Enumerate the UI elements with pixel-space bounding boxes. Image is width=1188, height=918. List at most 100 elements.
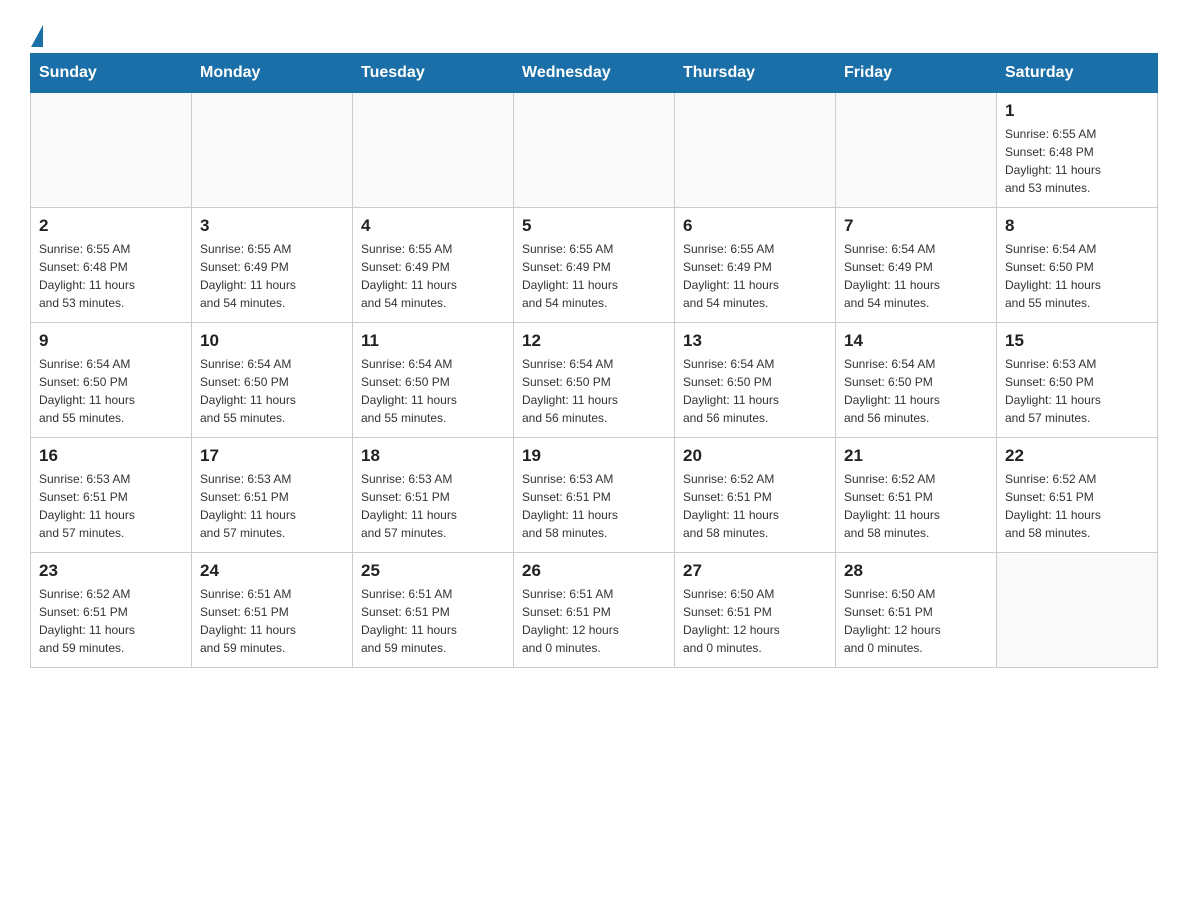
day-number: 2	[39, 216, 183, 236]
day-of-week-header: Monday	[192, 54, 353, 93]
calendar-cell: 17 Sunrise: 6:53 AM Sunset: 6:51 PM Dayli…	[192, 438, 353, 553]
day-number: 9	[39, 331, 183, 351]
day-number: 11	[361, 331, 505, 351]
calendar-cell: 16 Sunrise: 6:53 AM Sunset: 6:51 PM Dayli…	[31, 438, 192, 553]
day-info: Sunrise: 6:54 AM Sunset: 6:50 PM Dayligh…	[844, 355, 988, 427]
day-number: 10	[200, 331, 344, 351]
day-number: 23	[39, 561, 183, 581]
day-info: Sunrise: 6:55 AM Sunset: 6:49 PM Dayligh…	[683, 240, 827, 312]
day-number: 15	[1005, 331, 1149, 351]
day-info: Sunrise: 6:51 AM Sunset: 6:51 PM Dayligh…	[522, 585, 666, 657]
calendar-cell: 20 Sunrise: 6:52 AM Sunset: 6:51 PM Dayli…	[675, 438, 836, 553]
day-info: Sunrise: 6:55 AM Sunset: 6:49 PM Dayligh…	[361, 240, 505, 312]
day-of-week-header: Wednesday	[514, 54, 675, 93]
day-number: 21	[844, 446, 988, 466]
calendar-cell: 19 Sunrise: 6:53 AM Sunset: 6:51 PM Dayli…	[514, 438, 675, 553]
day-of-week-header: Saturday	[997, 54, 1158, 93]
day-number: 27	[683, 561, 827, 581]
day-number: 24	[200, 561, 344, 581]
calendar-header-row: SundayMondayTuesdayWednesdayThursdayFrid…	[31, 54, 1158, 93]
calendar-cell: 26 Sunrise: 6:51 AM Sunset: 6:51 PM Dayli…	[514, 553, 675, 668]
logo-triangle-icon	[31, 25, 43, 47]
day-of-week-header: Friday	[836, 54, 997, 93]
calendar-cell	[997, 553, 1158, 668]
calendar-cell	[31, 93, 192, 208]
day-number: 16	[39, 446, 183, 466]
day-info: Sunrise: 6:54 AM Sunset: 6:50 PM Dayligh…	[200, 355, 344, 427]
calendar-cell: 21 Sunrise: 6:52 AM Sunset: 6:51 PM Dayli…	[836, 438, 997, 553]
page-header	[30, 20, 1158, 43]
calendar-cell	[192, 93, 353, 208]
calendar-cell: 2 Sunrise: 6:55 AM Sunset: 6:48 PM Daylig…	[31, 208, 192, 323]
calendar-cell: 28Sunrise: 6:50 AM Sunset: 6:51 PM Dayli…	[836, 553, 997, 668]
day-number: 3	[200, 216, 344, 236]
calendar-cell: 23 Sunrise: 6:52 AM Sunset: 6:51 PM Dayli…	[31, 553, 192, 668]
calendar-cell: 9 Sunrise: 6:54 AM Sunset: 6:50 PM Daylig…	[31, 323, 192, 438]
calendar-cell: 27 Sunrise: 6:50 AM Sunset: 6:51 PM Dayli…	[675, 553, 836, 668]
calendar-cell: 6 Sunrise: 6:55 AM Sunset: 6:49 PM Daylig…	[675, 208, 836, 323]
day-info: Sunrise: 6:53 AM Sunset: 6:50 PM Dayligh…	[1005, 355, 1149, 427]
day-number: 6	[683, 216, 827, 236]
day-number: 28	[844, 561, 988, 581]
day-number: 8	[1005, 216, 1149, 236]
day-info: Sunrise: 6:53 AM Sunset: 6:51 PM Dayligh…	[522, 470, 666, 542]
calendar-cell: 24 Sunrise: 6:51 AM Sunset: 6:51 PM Dayli…	[192, 553, 353, 668]
day-of-week-header: Tuesday	[353, 54, 514, 93]
day-info: Sunrise: 6:54 AM Sunset: 6:50 PM Dayligh…	[39, 355, 183, 427]
day-info: Sunrise: 6:55 AM Sunset: 6:48 PM Dayligh…	[39, 240, 183, 312]
calendar-cell: 7 Sunrise: 6:54 AM Sunset: 6:49 PM Daylig…	[836, 208, 997, 323]
calendar-cell: 22Sunrise: 6:52 AM Sunset: 6:51 PM Dayli…	[997, 438, 1158, 553]
day-number: 20	[683, 446, 827, 466]
day-info: Sunrise: 6:50 AM Sunset: 6:51 PM Dayligh…	[683, 585, 827, 657]
day-info: Sunrise: 6:53 AM Sunset: 6:51 PM Dayligh…	[200, 470, 344, 542]
day-info: Sunrise: 6:54 AM Sunset: 6:50 PM Dayligh…	[522, 355, 666, 427]
calendar-cell: 11Sunrise: 6:54 AM Sunset: 6:50 PM Dayli…	[353, 323, 514, 438]
day-number: 4	[361, 216, 505, 236]
calendar-cell	[353, 93, 514, 208]
day-info: Sunrise: 6:52 AM Sunset: 6:51 PM Dayligh…	[683, 470, 827, 542]
day-info: Sunrise: 6:52 AM Sunset: 6:51 PM Dayligh…	[39, 585, 183, 657]
calendar-cell	[514, 93, 675, 208]
day-number: 25	[361, 561, 505, 581]
day-info: Sunrise: 6:55 AM Sunset: 6:49 PM Dayligh…	[200, 240, 344, 312]
calendar-cell: 14 Sunrise: 6:54 AM Sunset: 6:50 PM Dayli…	[836, 323, 997, 438]
day-info: Sunrise: 6:54 AM Sunset: 6:49 PM Dayligh…	[844, 240, 988, 312]
day-info: Sunrise: 6:53 AM Sunset: 6:51 PM Dayligh…	[361, 470, 505, 542]
calendar-cell: 4 Sunrise: 6:55 AM Sunset: 6:49 PM Daylig…	[353, 208, 514, 323]
calendar-cell: 10 Sunrise: 6:54 AM Sunset: 6:50 PM Dayli…	[192, 323, 353, 438]
day-number: 18	[361, 446, 505, 466]
calendar-cell: 15 Sunrise: 6:53 AM Sunset: 6:50 PM Dayli…	[997, 323, 1158, 438]
calendar-cell	[675, 93, 836, 208]
logo	[30, 20, 44, 43]
day-info: Sunrise: 6:52 AM Sunset: 6:51 PM Dayligh…	[844, 470, 988, 542]
calendar-cell: 1 Sunrise: 6:55 AM Sunset: 6:48 PM Daylig…	[997, 93, 1158, 208]
day-info: Sunrise: 6:52 AM Sunset: 6:51 PM Dayligh…	[1005, 470, 1149, 542]
day-info: Sunrise: 6:51 AM Sunset: 6:51 PM Dayligh…	[361, 585, 505, 657]
calendar-cell: 3 Sunrise: 6:55 AM Sunset: 6:49 PM Daylig…	[192, 208, 353, 323]
day-info: Sunrise: 6:51 AM Sunset: 6:51 PM Dayligh…	[200, 585, 344, 657]
day-info: Sunrise: 6:55 AM Sunset: 6:48 PM Dayligh…	[1005, 125, 1149, 197]
day-of-week-header: Sunday	[31, 54, 192, 93]
calendar-cell: 25 Sunrise: 6:51 AM Sunset: 6:51 PM Dayli…	[353, 553, 514, 668]
calendar-cell: 8 Sunrise: 6:54 AM Sunset: 6:50 PM Daylig…	[997, 208, 1158, 323]
calendar-week-row: 23 Sunrise: 6:52 AM Sunset: 6:51 PM Dayli…	[31, 553, 1158, 668]
calendar-table: SundayMondayTuesdayWednesdayThursdayFrid…	[30, 53, 1158, 668]
calendar-cell: 5 Sunrise: 6:55 AM Sunset: 6:49 PM Daylig…	[514, 208, 675, 323]
calendar-week-row: 1 Sunrise: 6:55 AM Sunset: 6:48 PM Daylig…	[31, 93, 1158, 208]
day-number: 7	[844, 216, 988, 236]
calendar-cell: 18 Sunrise: 6:53 AM Sunset: 6:51 PM Dayli…	[353, 438, 514, 553]
day-info: Sunrise: 6:55 AM Sunset: 6:49 PM Dayligh…	[522, 240, 666, 312]
day-number: 26	[522, 561, 666, 581]
day-number: 5	[522, 216, 666, 236]
day-number: 17	[200, 446, 344, 466]
day-info: Sunrise: 6:53 AM Sunset: 6:51 PM Dayligh…	[39, 470, 183, 542]
day-number: 14	[844, 331, 988, 351]
day-number: 13	[683, 331, 827, 351]
calendar-cell	[836, 93, 997, 208]
day-info: Sunrise: 6:54 AM Sunset: 6:50 PM Dayligh…	[1005, 240, 1149, 312]
day-number: 19	[522, 446, 666, 466]
calendar-week-row: 9 Sunrise: 6:54 AM Sunset: 6:50 PM Daylig…	[31, 323, 1158, 438]
day-number: 1	[1005, 101, 1149, 121]
day-number: 12	[522, 331, 666, 351]
calendar-week-row: 16 Sunrise: 6:53 AM Sunset: 6:51 PM Dayli…	[31, 438, 1158, 553]
